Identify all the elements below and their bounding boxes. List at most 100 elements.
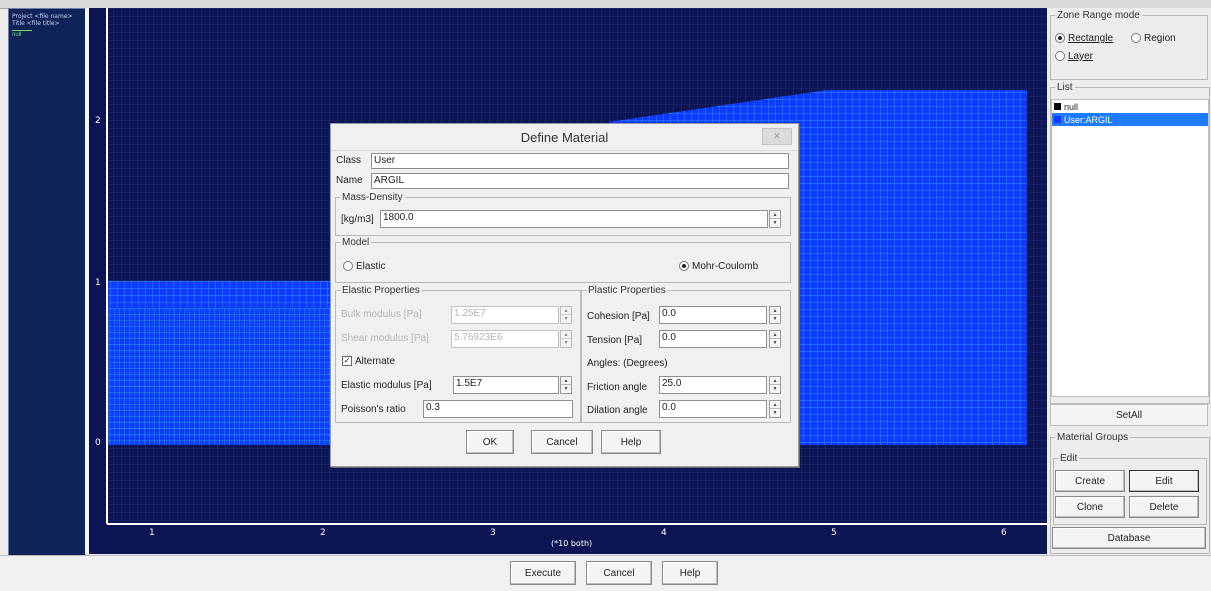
edit-legend: Edit [1060,453,1078,464]
legend-null-tag: null [12,32,22,38]
dialog-title: Define Material [520,129,609,145]
spin-down-icon[interactable]: ▼ [770,385,780,393]
spin-down-icon[interactable]: ▼ [770,409,780,417]
radio-elastic-icon[interactable] [343,261,353,272]
spin-down-icon[interactable]: ▼ [770,315,780,323]
tension-label: Tension [Pa] [587,335,643,346]
color-swatch-icon [1054,103,1061,110]
dialog-title-bar[interactable]: Define Material [331,124,798,151]
cohesion-field[interactable]: 0.0 [659,306,767,324]
spin-up-icon[interactable]: ▲ [561,331,571,339]
bulk-modulus-label: Bulk modulus [Pa] [341,309,422,320]
elastic-modulus-field[interactable]: 1.5E7 [453,376,559,394]
spin-up-icon[interactable]: ▲ [770,377,780,385]
shear-modulus-label: Shear modulus [Pa] [341,333,429,344]
spin-up-icon[interactable]: ▲ [561,307,571,315]
x-tick-label: 1 [149,528,155,538]
bottom-bar: Execute Cancel Help [0,555,1211,591]
zone-range-legend: Zone Range mode [1057,10,1140,21]
color-swatch-icon [1054,116,1061,123]
radio-rectangle-icon[interactable] [1055,33,1065,44]
y-tick-label: 0 [95,438,101,448]
spin-down-icon[interactable]: ▼ [770,339,780,347]
title-label: Title <file title> [12,20,60,27]
right-panel: Zone Range mode Rectangle Region Layer L… [1047,8,1211,554]
clone-button[interactable]: Clone [1055,496,1125,518]
x-axis-label: (*10 both) [551,539,593,548]
model-legend: Model [342,237,370,248]
y-tick-label: 1 [95,278,101,288]
edit-button[interactable]: Edit [1129,470,1199,492]
spin-up-icon[interactable]: ▲ [770,331,780,339]
spin-up-icon[interactable]: ▲ [770,211,780,219]
cohesion-spinner[interactable]: ▲ ▼ [769,306,781,324]
name-field[interactable]: ARGIL [371,173,789,189]
class-label: Class [336,155,362,166]
tension-field[interactable]: 0.0 [659,330,767,348]
dilation-angle-label: Dilation angle [587,405,648,416]
list-item-label: User:ARGIL [1064,114,1113,125]
set-all-button[interactable]: SetAll [1050,404,1208,426]
radio-region-label: Region [1144,33,1176,44]
density-field[interactable]: 1800.0 [380,210,768,228]
alternate-checkbox[interactable]: ✓ Alternate [342,356,395,367]
density-unit-label: [kg/m3] [341,214,374,225]
dilation-angle-field[interactable]: 0.0 [659,400,767,418]
mesh-region-fine [107,308,337,445]
material-list[interactable]: null User:ARGIL [1051,99,1209,397]
shear-modulus-field[interactable]: 5.76923E6 [451,330,559,348]
spin-up-icon[interactable]: ▲ [770,401,780,409]
execute-button[interactable]: Execute [510,561,576,585]
radio-layer-icon[interactable] [1055,51,1065,62]
dialog-cancel-button[interactable]: Cancel [531,430,593,454]
cancel-button[interactable]: Cancel [586,561,652,585]
alternate-label: Alternate [355,356,396,367]
help-button[interactable]: Help [662,561,718,585]
dilation-angle-spinner[interactable]: ▲ ▼ [769,400,781,418]
spin-down-icon[interactable]: ▼ [561,339,571,347]
list-item[interactable]: null [1052,100,1208,113]
radio-mohr-coulomb-label: Mohr-Coulomb [692,261,759,272]
radio-elastic[interactable]: Elastic [343,261,385,272]
radio-layer[interactable]: Layer [1055,51,1093,62]
radio-region[interactable]: Region [1131,33,1176,44]
bulk-modulus-spinner[interactable]: ▲ ▼ [560,306,572,324]
database-button[interactable]: Database [1052,527,1206,549]
legend-line [12,30,32,31]
info-panel: Project <file name> Title <file title> n… [8,8,86,556]
friction-angle-spinner[interactable]: ▲ ▼ [769,376,781,394]
class-field[interactable]: User [371,153,789,169]
elastic-modulus-label: Elastic modulus [Pa] [341,380,432,391]
dialog-help-button[interactable]: Help [601,430,661,454]
material-groups-legend: Material Groups [1057,432,1129,443]
spin-up-icon[interactable]: ▲ [770,307,780,315]
spin-down-icon[interactable]: ▼ [770,219,780,227]
check-icon[interactable]: ✓ [342,356,352,367]
close-icon[interactable]: ✕ [762,128,792,145]
radio-region-icon[interactable] [1131,33,1141,44]
spin-down-icon[interactable]: ▼ [561,315,571,323]
poisson-ratio-label: Poisson's ratio [341,404,406,415]
radio-rectangle[interactable]: Rectangle [1055,33,1113,44]
friction-angle-label: Friction angle [587,382,648,393]
elastic-modulus-spinner[interactable]: ▲ ▼ [560,376,572,394]
radio-mohr-coulomb[interactable]: Mohr-Coulomb [679,261,758,272]
list-item-label: null [1064,101,1079,112]
delete-button[interactable]: Delete [1129,496,1199,518]
density-spinner[interactable]: ▲ ▼ [769,210,781,228]
list-item[interactable]: User:ARGIL [1052,113,1208,126]
angles-label: Angles: (Degrees) [587,358,668,369]
spin-up-icon[interactable]: ▲ [561,377,571,385]
x-tick-label: 2 [320,528,326,538]
shear-modulus-spinner[interactable]: ▲ ▼ [560,330,572,348]
radio-elastic-label: Elastic [356,261,386,272]
radio-mohr-coulomb-icon[interactable] [679,261,689,272]
tension-spinner[interactable]: ▲ ▼ [769,330,781,348]
create-button[interactable]: Create [1055,470,1125,492]
y-tick-label: 2 [95,116,101,126]
friction-angle-field[interactable]: 25.0 [659,376,767,394]
poisson-ratio-field[interactable]: 0.3 [423,400,573,418]
spin-down-icon[interactable]: ▼ [561,385,571,393]
ok-button[interactable]: OK [466,430,514,454]
bulk-modulus-field[interactable]: 1.25E7 [451,306,559,324]
